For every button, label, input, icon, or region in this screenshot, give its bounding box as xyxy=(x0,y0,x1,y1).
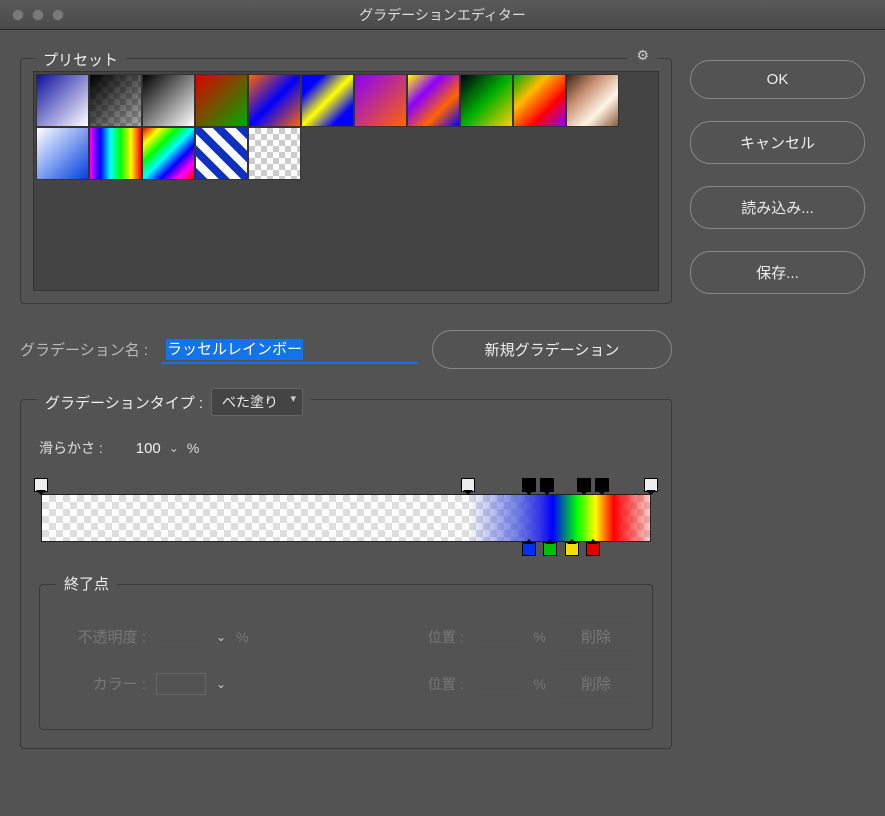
smoothness-input[interactable] xyxy=(111,440,161,457)
chevron-down-icon[interactable]: ⌄ xyxy=(216,630,226,644)
zoom-window-button[interactable] xyxy=(52,9,64,21)
smoothness-label: 滑らかさ : xyxy=(39,438,103,458)
opacity-stop-handle[interactable] xyxy=(644,478,658,492)
new-gradient-button[interactable]: 新規グラデーション xyxy=(432,330,672,369)
preset-swatch[interactable] xyxy=(407,74,460,127)
gradient-name-label: グラデーション名 : xyxy=(20,339,148,360)
titlebar: グラデーションエディター xyxy=(0,0,885,30)
minimize-window-button[interactable] xyxy=(32,9,44,21)
opacity-stop-handle[interactable] xyxy=(522,478,536,492)
gradient-bar[interactable] xyxy=(41,494,651,542)
delete-color-stop-button[interactable]: 削除 xyxy=(556,666,636,701)
close-window-button[interactable] xyxy=(12,9,24,21)
percent-label: % xyxy=(187,440,199,456)
opacity-stop-handle[interactable] xyxy=(577,478,591,492)
opacity-stop-handle[interactable] xyxy=(461,478,475,492)
preset-swatch[interactable] xyxy=(513,74,566,127)
preset-swatch[interactable] xyxy=(566,74,619,127)
gradient-type-panel: グラデーションタイプ : べた塗り 滑らかさ : ⌄ % 終了点 不透明度 : xyxy=(20,399,672,749)
preset-swatch[interactable] xyxy=(248,74,301,127)
opacity-stop-handle[interactable] xyxy=(540,478,554,492)
preset-swatch[interactable] xyxy=(248,127,301,180)
color-stop-handle[interactable] xyxy=(522,542,536,556)
preset-grid xyxy=(33,71,659,291)
gear-icon[interactable]: ⚙ xyxy=(628,47,657,64)
presets-panel: プリセット ⚙ xyxy=(20,58,672,304)
preset-swatch[interactable] xyxy=(142,74,195,127)
chevron-down-icon[interactable]: ⌄ xyxy=(169,441,179,455)
preset-swatch[interactable] xyxy=(301,74,354,127)
preset-swatch[interactable] xyxy=(195,74,248,127)
delete-opacity-stop-button[interactable]: 削除 xyxy=(556,619,636,654)
opacity-stop-handle[interactable] xyxy=(595,478,609,492)
color-stop-handle[interactable] xyxy=(543,542,557,556)
position-label: 位置 : xyxy=(428,627,464,647)
cancel-button[interactable]: キャンセル xyxy=(690,121,865,164)
endpoint-label: 終了点 xyxy=(56,573,117,594)
color-label: カラー : xyxy=(56,673,146,694)
gradient-name-input[interactable]: ラッセルレインボー xyxy=(162,335,418,364)
color-stop-handle[interactable] xyxy=(565,542,579,556)
color-stops-track[interactable] xyxy=(41,542,651,558)
load-button[interactable]: 読み込み... xyxy=(690,186,865,229)
gradient-editor xyxy=(41,478,651,558)
opacity-input[interactable] xyxy=(156,628,206,645)
position-label: 位置 : xyxy=(428,674,464,694)
opacity-stops-track[interactable] xyxy=(41,478,651,494)
color-stop-handle[interactable] xyxy=(586,542,600,556)
position-input-color[interactable] xyxy=(474,675,524,692)
preset-swatch[interactable] xyxy=(460,74,513,127)
position-input[interactable] xyxy=(474,628,524,645)
gradient-type-label: グラデーションタイプ : xyxy=(45,392,203,413)
preset-swatch[interactable] xyxy=(89,74,142,127)
ok-button[interactable]: OK xyxy=(690,60,865,99)
opacity-label: 不透明度 : xyxy=(56,626,146,647)
chevron-down-icon[interactable]: ⌄ xyxy=(216,677,226,691)
window-title: グラデーションエディター xyxy=(359,5,526,25)
presets-label: プリセット xyxy=(35,49,126,70)
preset-swatch[interactable] xyxy=(89,127,142,180)
gradient-type-select[interactable]: べた塗り xyxy=(211,388,303,416)
opacity-stop-handle[interactable] xyxy=(34,478,48,492)
endpoint-panel: 終了点 不透明度 : ⌄ % 位置 : % 削除 カラー : ⌄ xyxy=(39,584,653,730)
preset-swatch[interactable] xyxy=(36,74,89,127)
preset-swatch[interactable] xyxy=(142,127,195,180)
color-swatch-input[interactable] xyxy=(156,673,206,695)
preset-swatch[interactable] xyxy=(36,127,89,180)
preset-swatch[interactable] xyxy=(195,127,248,180)
preset-swatch[interactable] xyxy=(354,74,407,127)
save-button[interactable]: 保存... xyxy=(690,251,865,294)
